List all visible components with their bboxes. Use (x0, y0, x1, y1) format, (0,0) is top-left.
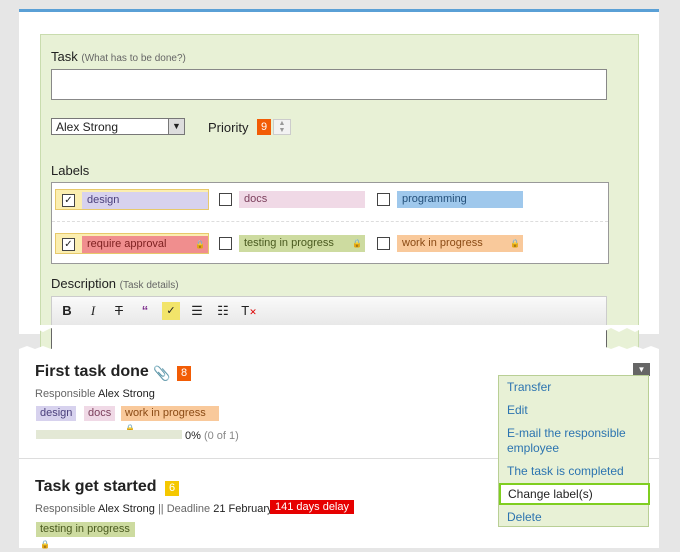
progress-bar (36, 430, 182, 439)
progress-text: 0% (0 of 1) (185, 430, 239, 442)
menu-item-transfer[interactable]: Transfer (507, 380, 551, 394)
lock-icon: 🔒 (195, 240, 205, 249)
label-option-testing-in-progress[interactable]: testing in progress 🔒 (213, 233, 369, 254)
bulleted-list-icon[interactable]: ☰ (188, 302, 206, 320)
label-checkbox[interactable] (219, 237, 232, 250)
label-checkbox[interactable] (219, 193, 232, 206)
new-task-form: Task (What has to be done?) Alex Strong … (40, 34, 639, 357)
quote-icon[interactable]: “ (136, 302, 154, 320)
lock-icon: 🔒 (352, 239, 362, 248)
label-tag: require approval 🔒 (82, 236, 208, 253)
priority-spinner[interactable]: ▲ ▼ (273, 119, 291, 135)
task-responsible: Responsible Alex Strong || Deadline 21 F… (35, 503, 273, 515)
task-title[interactable]: Task get started (35, 478, 157, 496)
bold-icon[interactable]: B (58, 302, 76, 320)
lock-icon: 🔒 (510, 239, 520, 248)
delay-badge: 141 days delay (270, 500, 354, 514)
strikethrough-icon[interactable]: T (110, 302, 128, 320)
description-label: Description (Task details) (51, 276, 179, 291)
torn-edge-bottom (19, 325, 659, 332)
label-option-programming[interactable]: programming (371, 189, 527, 210)
labels-label: Labels (51, 163, 90, 178)
label-checkbox[interactable]: ✓ (62, 238, 75, 251)
menu-item-change-labels[interactable]: Change label(s) (499, 483, 650, 505)
label-tag: docs (239, 191, 365, 208)
label-tag: programming (397, 191, 523, 208)
task-title[interactable]: First task done (35, 363, 149, 381)
numbered-list-icon[interactable]: ☷ (214, 302, 232, 320)
label-tag: testing in progress 🔒 (239, 235, 365, 252)
label-checkbox[interactable] (377, 237, 390, 250)
italic-icon[interactable]: I (84, 302, 102, 320)
menu-item-task-completed[interactable]: The task is completed (507, 464, 624, 478)
label-tag: design (82, 192, 208, 209)
remove-format-icon[interactable]: T✕ (240, 302, 258, 320)
priority-badge: 6 (165, 481, 179, 496)
task-responsible: Responsible Alex Strong (35, 388, 155, 400)
description-hint: (Task details) (119, 280, 179, 291)
task-form-panel: Task (What has to be done?) Alex Strong … (19, 9, 659, 357)
menu-item-email-responsible[interactable]: E-mail the responsible employee (507, 426, 642, 456)
label-option-design[interactable]: ✓ design (55, 189, 209, 210)
spellcheck-icon[interactable]: ✓ (162, 302, 180, 320)
task-tag-design: design (36, 406, 77, 421)
task-tag-work-in-progress: work in progress 🔒 (121, 406, 219, 433)
label-tag: work in progress 🔒 (397, 235, 523, 252)
label-option-work-in-progress[interactable]: work in progress 🔒 (371, 233, 527, 254)
task-input[interactable] (51, 69, 607, 100)
labels-divider (52, 221, 608, 222)
menu-item-edit[interactable]: Edit (507, 403, 528, 417)
menu-item-delete[interactable]: Delete (507, 510, 542, 524)
label-option-require-approval[interactable]: ✓ require approval 🔒 (55, 233, 209, 254)
priority-badge: 8 (177, 366, 191, 381)
responsible-select[interactable]: Alex Strong ▼ (51, 118, 185, 135)
editor-toolbar: B I T “ ✓ ☰ ☷ T✕ (51, 296, 607, 325)
task-hint: (What has to be done?) (81, 53, 186, 64)
label-checkbox[interactable]: ✓ (62, 194, 75, 207)
task-actions-menu: Transfer Edit E-mail the responsible emp… (498, 375, 650, 527)
label-option-docs[interactable]: docs (213, 189, 369, 210)
dropdown-arrow-icon[interactable]: ▼ (168, 119, 184, 134)
priority-label: Priority (208, 120, 249, 135)
paperclip-icon: 📎 (153, 365, 171, 381)
responsible-value: Alex Strong (56, 120, 119, 134)
label-checkbox[interactable] (377, 193, 390, 206)
task-tag-docs: docs (84, 406, 116, 421)
task-label: Task (What has to be done?) (51, 49, 186, 64)
priority-value: 9 (257, 119, 271, 135)
task-tag-testing-in-progress: testing in progress 🔒 (36, 522, 135, 549)
labels-selector: ✓ design docs programming ✓ require appr… (51, 182, 609, 264)
